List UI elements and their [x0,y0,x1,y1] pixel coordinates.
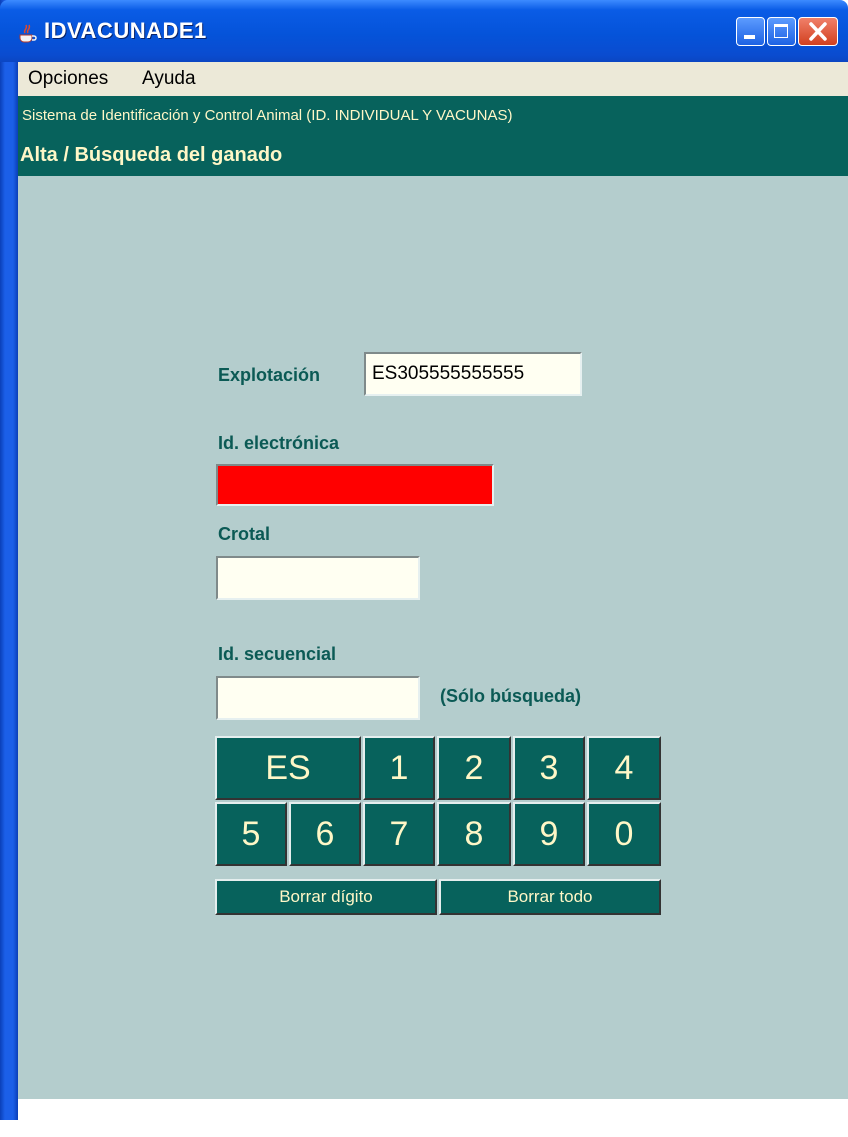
key-7[interactable]: 7 [363,802,435,866]
id-electronica-field[interactable] [216,464,494,506]
key-0[interactable]: 0 [587,802,661,866]
window-title: IDVACUNADE1 [44,18,207,43]
key-2[interactable]: 2 [437,736,511,800]
key-5[interactable]: 5 [215,802,287,866]
explotacion-label: Explotación [218,365,321,385]
maximize-button[interactable] [767,17,796,46]
borrar-digito-button[interactable]: Borrar dígito [215,879,437,915]
main-panel: Explotación Id. electrónica Crotal Id. s… [18,176,848,1099]
id-secuencial-label: Id. secuencial [218,644,337,664]
title-bar[interactable]: IDVACUNADE1 [0,0,848,62]
menu-bar: Opciones Ayuda [18,62,848,96]
key-1[interactable]: 1 [363,736,435,800]
id-electronica-label: Id. electrónica [218,433,340,453]
key-es[interactable]: ES [215,736,361,800]
close-button[interactable] [798,17,838,46]
explotacion-field[interactable] [364,352,582,396]
crotal-label: Crotal [218,524,271,544]
id-secuencial-field[interactable] [216,676,420,720]
key-9[interactable]: 9 [513,802,585,866]
app-window: IDVACUNADE1 Opciones Ayuda Sistema de Id… [0,0,848,1137]
crotal-field[interactable] [216,556,420,600]
java-cup-icon [19,24,37,43]
system-header: Sistema de Identificación y Control Anim… [18,96,848,138]
minimize-button[interactable] [736,17,765,46]
solo-busqueda-note: (Sólo búsqueda) [440,686,581,706]
key-6[interactable]: 6 [289,802,361,866]
menu-opciones[interactable]: Opciones [28,68,108,90]
key-8[interactable]: 8 [437,802,511,866]
maximize-icon [774,24,788,38]
key-3[interactable]: 3 [513,736,585,800]
key-4[interactable]: 4 [587,736,661,800]
window-left-border [0,0,18,1120]
close-icon [809,22,827,41]
system-title: Sistema de Identificación y Control Anim… [22,107,513,124]
menu-ayuda[interactable]: Ayuda [142,68,196,90]
minimize-icon [744,35,755,39]
section-header: Alta / Búsqueda del ganado [18,138,848,176]
borrar-todo-button[interactable]: Borrar todo [439,879,661,915]
section-title: Alta / Búsqueda del ganado [20,144,283,166]
